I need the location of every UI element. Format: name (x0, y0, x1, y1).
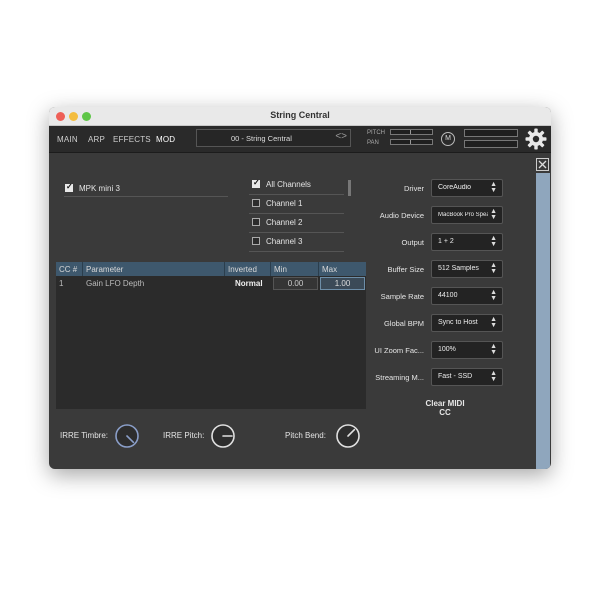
sample-rate-select[interactable]: 44100 ▲ ▼ (431, 287, 503, 305)
irre-timbre-knob[interactable] (114, 423, 140, 449)
close-icon (538, 160, 547, 169)
window-title: String Central (270, 110, 330, 120)
irre-pitch-knob[interactable] (210, 423, 236, 449)
global-bpm-value: Sync to Host (438, 319, 478, 326)
channel-2-checkbox[interactable] (252, 218, 260, 226)
column-header-cc[interactable]: CC # (59, 265, 77, 274)
preset-arrows-icon[interactable]: <> (335, 131, 347, 142)
pitch-bend-knob[interactable] (335, 423, 361, 449)
driver-select[interactable]: CoreAudio ▲ ▼ (431, 179, 503, 197)
cell-inverted[interactable]: Normal (235, 279, 263, 288)
streaming-mode-value: Fast - SSD (438, 373, 473, 380)
buffer-size-select[interactable]: 512 Samples ▲ ▼ (431, 260, 503, 278)
output-value: 1 + 2 (438, 238, 454, 245)
tab-arp[interactable]: ARP (88, 135, 105, 144)
cc-table: CC # Parameter Inverted Min Max 1 Gain L… (56, 262, 366, 409)
updown-arrows-icon: ▲ ▼ (490, 235, 497, 248)
ui-zoom-select[interactable]: 100% ▲ ▼ (431, 341, 503, 359)
irre-timbre-label: IRRE Timbre: (60, 431, 109, 440)
channel-1-checkbox[interactable] (252, 199, 260, 207)
divider (64, 196, 228, 197)
sample-rate-value: 44100 (438, 292, 458, 299)
preset-selector[interactable]: 00 - String Central <> (196, 129, 351, 147)
column-header-parameter[interactable]: Parameter (86, 265, 123, 274)
output-label: Output (401, 238, 424, 247)
title-bar: String Central (49, 107, 551, 126)
preset-name: 00 - String Central (231, 134, 292, 143)
divider (249, 251, 344, 252)
pitch-bend-label: Pitch Bend: (285, 431, 326, 440)
tab-main[interactable]: MAIN (57, 135, 78, 144)
column-header-inverted[interactable]: Inverted (228, 265, 257, 274)
cell-parameter: Gain LFO Depth (86, 279, 145, 288)
gear-icon[interactable] (524, 127, 548, 151)
output-select[interactable]: 1 + 2 ▲ ▼ (431, 233, 503, 251)
output-meter-right (464, 140, 518, 148)
updown-arrows-icon: ▲ ▼ (490, 343, 497, 356)
updown-arrows-icon: ▲ ▼ (490, 262, 497, 275)
streaming-mode-select[interactable]: Fast - SSD ▲ ▼ (431, 368, 503, 386)
buffer-size-label: Buffer Size (387, 265, 424, 274)
scrollbar[interactable] (536, 173, 550, 469)
updown-arrows-icon: ▲ ▼ (490, 370, 497, 383)
channel-3-checkbox[interactable] (252, 237, 260, 245)
driver-value: CoreAudio (438, 184, 472, 191)
audio-device-select[interactable]: MacBook Pro Spea... ▲▼ (431, 206, 503, 224)
top-nav-bar: MAIN ARP EFFECTS MOD 00 - String Central… (49, 126, 551, 153)
channel-all-label: All Channels (266, 180, 311, 189)
clear-midi-cc-button[interactable]: Clear MIDI CC (419, 399, 471, 417)
pan-label: PAN (367, 140, 379, 146)
audio-device-label: Audio Device (379, 211, 424, 220)
m-button[interactable]: M (441, 132, 455, 146)
column-header-min[interactable]: Min (274, 265, 287, 274)
channel-all-checkbox[interactable] (252, 178, 260, 188)
pitch-meter[interactable] (390, 129, 433, 135)
output-meter-left (464, 129, 518, 137)
close-panel-button[interactable] (536, 158, 549, 171)
channel-3-label: Channel 3 (266, 237, 303, 246)
global-bpm-select[interactable]: Sync to Host ▲ ▼ (431, 314, 503, 332)
app-window: String Central MAIN ARP EFFECTS MOD 00 -… (49, 107, 551, 469)
channel-1-label: Channel 1 (266, 199, 303, 208)
irre-pitch-label: IRRE Pitch: (163, 431, 205, 440)
ui-zoom-label: UI Zoom Fac... (374, 346, 424, 355)
driver-label: Driver (404, 184, 424, 193)
divider (249, 194, 344, 195)
audio-device-value: MacBook Pro Spea... (438, 212, 488, 218)
device-checkbox[interactable] (65, 182, 73, 192)
cell-cc: 1 (59, 279, 64, 288)
updown-arrows-icon: ▲ ▼ (490, 181, 497, 194)
pan-meter[interactable] (390, 139, 433, 145)
streaming-mode-label: Streaming M... (375, 373, 424, 382)
ui-zoom-value: 100% (438, 346, 456, 353)
tab-mod[interactable]: MOD (156, 135, 175, 144)
updown-arrows-icon: ▲ ▼ (490, 289, 497, 302)
buffer-size-value: 512 Samples (438, 265, 479, 272)
tab-effects[interactable]: EFFECTS (113, 135, 151, 144)
updown-arrows-icon: ▲ ▼ (490, 208, 497, 221)
updown-arrows-icon: ▲ ▼ (490, 316, 497, 329)
divider (249, 232, 344, 233)
cell-max[interactable]: 1.00 (320, 277, 365, 290)
pitch-label: PITCH (367, 130, 385, 136)
cell-min[interactable]: 0.00 (273, 277, 318, 290)
global-bpm-label: Global BPM (383, 319, 424, 328)
sample-rate-label: Sample Rate (380, 292, 424, 301)
channel-2-label: Channel 2 (266, 218, 303, 227)
device-label: MPK mini 3 (79, 184, 120, 193)
